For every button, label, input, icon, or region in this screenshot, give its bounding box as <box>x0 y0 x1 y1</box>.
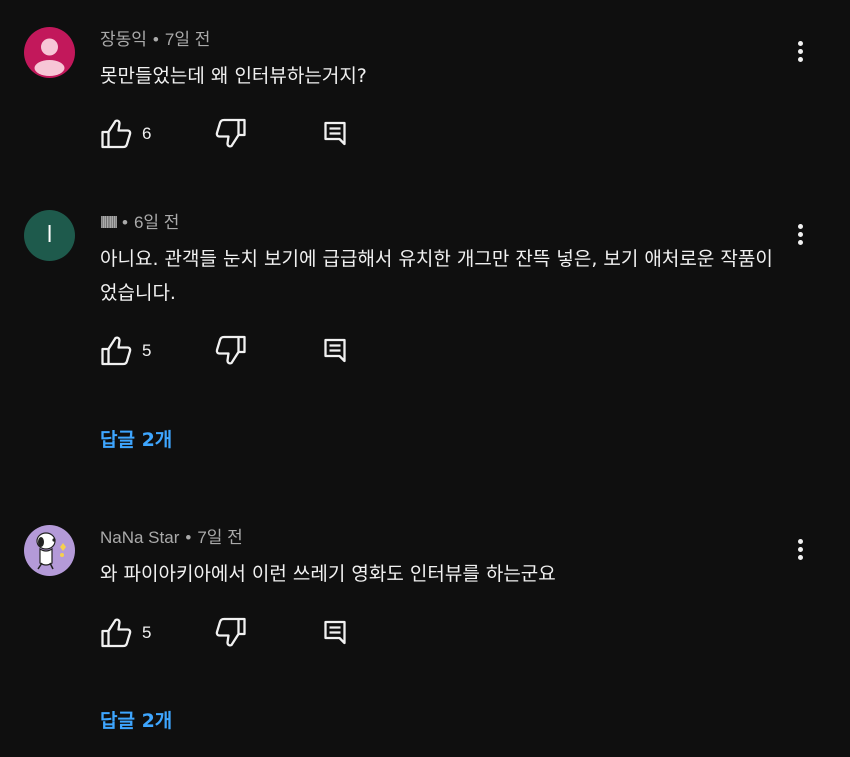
more-vertical-icon[interactable] <box>788 31 812 71</box>
dislike-button[interactable] <box>215 117 247 151</box>
comment-actions: 5 <box>100 616 400 650</box>
comment-meta: NaNa Star • 7일 전 <box>100 528 243 547</box>
dislike-button[interactable] <box>215 334 247 368</box>
reply-button[interactable] <box>322 616 348 650</box>
comment-text: 아니요. 관객들 눈치 보기에 급급해서 유치한 개그만 잔뜩 넣은, 보기 애… <box>100 248 773 304</box>
comment-icon <box>324 620 346 645</box>
avatar-letter-text: l <box>46 223 53 248</box>
comment-text: 못만들었는데 왜 인터뷰하는거지? <box>100 65 367 87</box>
comment-text: 와 파이아키아에서 이런 쓰레기 영화도 인터뷰를 하는군요 <box>100 563 556 585</box>
comment-author[interactable]: 장동익 <box>100 30 147 49</box>
like-count: 5 <box>142 341 152 360</box>
avatar[interactable]: l <box>24 210 75 261</box>
avatar[interactable] <box>24 525 75 576</box>
comment-actions: 5 <box>100 334 400 368</box>
comment-actions: 6 <box>100 117 400 151</box>
default-person-icon <box>24 27 75 78</box>
thumb-down-icon <box>215 118 246 148</box>
like-count: 5 <box>142 623 152 642</box>
thumb-up-icon <box>101 618 132 648</box>
comment-icon <box>324 338 346 363</box>
thumb-up-icon <box>101 336 132 366</box>
thumb-down-icon <box>215 617 246 647</box>
like-button[interactable]: 5 <box>100 616 151 650</box>
comment-author[interactable]: lllllllll <box>100 213 118 232</box>
comment-time: 6일 전 <box>133 213 180 232</box>
like-button[interactable]: 5 <box>100 334 151 368</box>
more-vertical-icon[interactable] <box>788 214 812 254</box>
reply-button[interactable] <box>322 334 348 368</box>
comment-icon <box>324 121 346 146</box>
view-replies-button[interactable]: 답글 2개 <box>100 706 172 733</box>
thumb-down-icon <box>215 335 246 365</box>
comment-meta: 장동익 • 7일 전 <box>100 30 211 49</box>
comment-author[interactable]: NaNa Star <box>100 528 179 547</box>
like-button[interactable]: 6 <box>100 117 151 151</box>
comment-time: 7일 전 <box>197 528 243 547</box>
comment-meta: lllllllll • 6일 전 <box>100 213 180 232</box>
more-vertical-icon[interactable] <box>788 529 812 569</box>
avatar[interactable] <box>24 27 75 78</box>
like-count: 6 <box>142 124 152 143</box>
reply-button[interactable] <box>322 117 348 151</box>
comment-time: 7일 전 <box>164 30 211 49</box>
dislike-button[interactable] <box>215 616 247 650</box>
snoopy-avatar-image <box>24 525 75 576</box>
thumb-up-icon <box>101 119 132 149</box>
view-replies-button[interactable]: 답글 2개 <box>100 425 172 452</box>
